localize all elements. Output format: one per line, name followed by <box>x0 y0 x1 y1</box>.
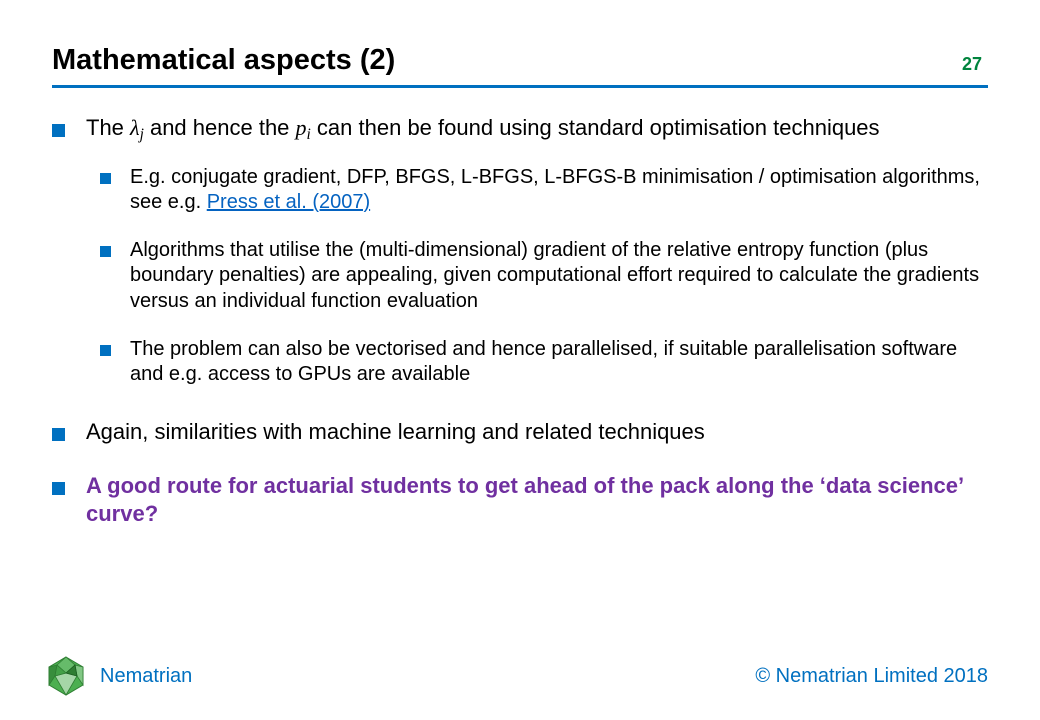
text-fragment: and hence the <box>144 115 296 140</box>
bullet-level2: Algorithms that utilise the (multi-dimen… <box>100 238 988 315</box>
bullet-icon <box>100 238 130 315</box>
math-symbol-p: p <box>296 115 307 140</box>
bullet-text: Again, similarities with machine learnin… <box>86 418 988 446</box>
bullet-icon <box>52 472 86 528</box>
bullet-text: Algorithms that utilise the (multi-dimen… <box>130 238 988 315</box>
bullet-level2: The problem can also be vectorised and h… <box>100 337 988 388</box>
bullet-level1: Again, similarities with machine learnin… <box>52 418 988 446</box>
logo-icon <box>44 654 88 698</box>
bullet-text: The λj and hence the pi can then be foun… <box>86 114 988 145</box>
slide: Mathematical aspects (2) 27 The λj and h… <box>0 0 1040 720</box>
bullet-icon <box>52 418 86 446</box>
bullet-level2: E.g. conjugate gradient, DFP, BFGS, L-BF… <box>100 165 988 216</box>
bullet-icon <box>52 114 86 145</box>
math-symbol-lambda: λ <box>130 115 140 140</box>
header: Mathematical aspects (2) 27 <box>52 44 988 77</box>
bullet-text: The problem can also be vectorised and h… <box>130 337 988 388</box>
bullet-level1: A good route for actuarial students to g… <box>52 472 988 528</box>
reference-link[interactable]: Press et al. (2007) <box>207 191 370 213</box>
footer-left: Nematrian <box>44 654 192 698</box>
text-fragment: The <box>86 115 130 140</box>
bullet-text-emphasis: A good route for actuarial students to g… <box>86 472 988 528</box>
page-number: 27 <box>962 54 988 77</box>
slide-title: Mathematical aspects (2) <box>52 44 395 77</box>
bullet-level1: The λj and hence the pi can then be foun… <box>52 114 988 145</box>
bullet-text: E.g. conjugate gradient, DFP, BFGS, L-BF… <box>130 165 988 216</box>
copyright: © Nematrian Limited 2018 <box>755 665 988 688</box>
content: The λj and hence the pi can then be foun… <box>52 114 988 528</box>
sub-bullet-group: E.g. conjugate gradient, DFP, BFGS, L-BF… <box>100 165 988 388</box>
bullet-icon <box>100 337 130 388</box>
footer: Nematrian © Nematrian Limited 2018 <box>0 654 1040 698</box>
bullet-icon <box>100 165 130 216</box>
title-rule <box>52 85 988 88</box>
text-fragment: can then be found using standard optimis… <box>311 115 880 140</box>
brand-name: Nematrian <box>100 665 192 688</box>
